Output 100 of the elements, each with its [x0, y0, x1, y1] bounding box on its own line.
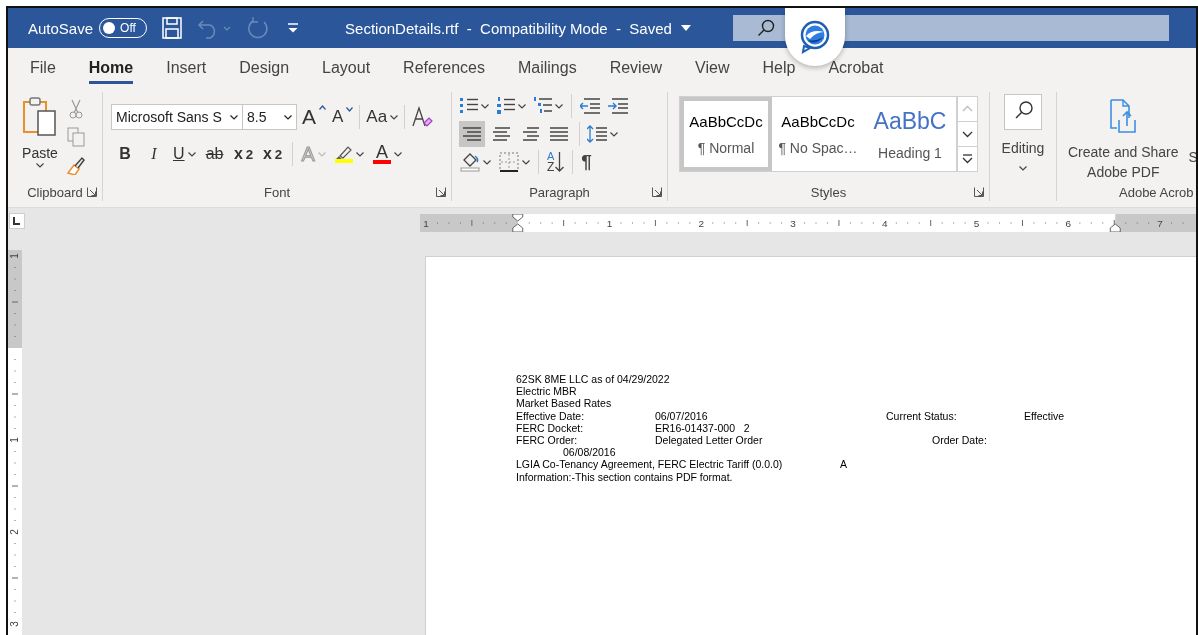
- document-text: Order Date:: [932, 434, 988, 447]
- create-share-pdf-button[interactable]: Create and Share Adobe PDF: [1068, 98, 1179, 183]
- caret-icon[interactable]: [393, 151, 402, 157]
- font-size-field[interactable]: 8.5: [243, 104, 297, 130]
- more-styles-icon[interactable]: [957, 146, 978, 172]
- ruler-number: 2: [698, 218, 704, 229]
- down-arrow-icon: [555, 152, 565, 172]
- group-label: Styles: [810, 184, 847, 200]
- document-text: 06/07/2016: [655, 409, 709, 422]
- document-text: A: [840, 458, 848, 471]
- chat-bubble-icon: [798, 20, 832, 54]
- autosave-label: AutoSave: [28, 19, 94, 37]
- style-item[interactable]: AaBbCcDc ¶ No Spac…: [772, 97, 864, 171]
- editing-button[interactable]: Editing: [1001, 94, 1045, 183]
- document-text: Information:-This section contains PDF format.: [516, 470, 734, 483]
- caret-icon[interactable]: [390, 114, 399, 120]
- multilevel-list-icon[interactable]: [534, 97, 552, 115]
- ruler-number: 3: [790, 218, 796, 229]
- sort-button[interactable]: A Z: [547, 151, 565, 173]
- vertical-ruler[interactable]: 1 1 2 3: [8, 250, 22, 635]
- font-color-button[interactable]: A: [372, 142, 402, 166]
- caret-icon[interactable]: [610, 131, 618, 137]
- highlighter-icon: [334, 145, 353, 159]
- style-item[interactable]: AaBbC Heading 1: [864, 97, 956, 171]
- ribbon-tab[interactable]: Layout: [314, 48, 379, 88]
- caret-icon[interactable]: [481, 103, 489, 109]
- caret-icon[interactable]: [355, 151, 364, 157]
- align-justify-icon: [550, 126, 568, 142]
- caret-icon[interactable]: [522, 159, 530, 165]
- caret-icon: [346, 107, 354, 112]
- ruler-number: 1: [606, 218, 613, 229]
- document-text: 62SK 8ME LLC as of 04/29/2022: [516, 373, 671, 386]
- clear-formatting-icon[interactable]: [411, 106, 434, 128]
- italic-button[interactable]: I: [144, 142, 164, 166]
- numbering-icon[interactable]: [497, 97, 515, 115]
- shrink-font-button[interactable]: A: [332, 107, 354, 127]
- caret-icon[interactable]: [284, 114, 292, 120]
- bold-button[interactable]: B: [115, 142, 135, 166]
- dialog-launcher-icon[interactable]: [652, 187, 662, 197]
- up-caret-icon: [319, 105, 326, 110]
- caret-icon[interactable]: [518, 103, 526, 109]
- caret-icon[interactable]: [230, 114, 238, 120]
- search-icon: [756, 19, 775, 37]
- paste-button[interactable]: Paste: [22, 97, 58, 183]
- style-item[interactable]: AaBbCcDc ¶ Normal: [680, 97, 772, 171]
- ribbon-tab[interactable]: File: [22, 48, 64, 88]
- document-title[interactable]: SectionDetails.rtf - Compatibility Mode - Saved: [345, 19, 691, 37]
- ribbon-tab[interactable]: Acrobat: [820, 48, 892, 88]
- ribbon-tab[interactable]: Insert: [158, 48, 215, 88]
- underline-button[interactable]: U: [173, 142, 196, 166]
- bullets-icon[interactable]: [460, 97, 478, 115]
- font-name-field[interactable]: Microsoft Sans S: [111, 104, 243, 130]
- customize-icon[interactable]: [287, 22, 300, 34]
- ribbon-tab[interactable]: Home: [80, 48, 142, 88]
- caret-icon[interactable]: [1019, 166, 1027, 171]
- ribbon-tab[interactable]: Review: [601, 48, 671, 88]
- document-text: 06/08/2016: [563, 446, 617, 459]
- ruler-number: 4: [882, 218, 888, 229]
- align-center-icon: [492, 126, 510, 142]
- document-text: Electric MBR: [516, 385, 578, 398]
- align-left-button[interactable]: [459, 121, 485, 147]
- caret-icon[interactable]: [187, 151, 196, 157]
- ruler-number: 1: [8, 253, 20, 259]
- horizontal-ruler[interactable]: 1 1 2 3 4 5 6 7: [419, 214, 1196, 232]
- indent-marker[interactable]: [512, 214, 524, 232]
- scissors-icon[interactable]: [69, 99, 83, 119]
- document-text: FERC Order:: [516, 434, 579, 447]
- show-marks-button[interactable]: ¶: [581, 151, 592, 173]
- grow-font-button[interactable]: A: [302, 105, 326, 129]
- ribbon-tab[interactable]: Mailings: [509, 48, 585, 88]
- line-spacing-icon[interactable]: [587, 125, 607, 143]
- document-text: Market Based Rates: [516, 397, 613, 410]
- borders-icon[interactable]: [499, 152, 519, 172]
- caret-icon[interactable]: [483, 159, 491, 165]
- caret-icon[interactable]: [36, 163, 44, 168]
- dialog-launcher-icon[interactable]: [87, 187, 97, 197]
- shading-icon[interactable]: [460, 152, 480, 172]
- align-left-icon: [463, 126, 481, 142]
- document-text: ER16-01437-000 2: [655, 421, 751, 434]
- ribbon-tab[interactable]: Help: [754, 48, 804, 88]
- change-case-button[interactable]: Aa: [366, 107, 399, 127]
- decrease-indent-icon[interactable]: [580, 98, 600, 114]
- clipboard-icon: [22, 97, 58, 137]
- ribbon-tab[interactable]: References: [395, 48, 493, 88]
- increase-indent-icon[interactable]: [608, 98, 628, 114]
- save-icon[interactable]: [162, 17, 183, 39]
- ribbon-tab[interactable]: View: [687, 48, 738, 88]
- strikethrough-button[interactable]: ab: [204, 142, 225, 166]
- dialog-launcher-icon[interactable]: [436, 187, 446, 197]
- ruler-number: 3: [8, 621, 20, 627]
- ribbon-tab[interactable]: Design: [231, 48, 298, 88]
- caret-icon[interactable]: [555, 103, 563, 109]
- ruler-number: 5: [973, 218, 980, 229]
- scroll-down-icon[interactable]: [957, 121, 978, 147]
- tab-selector-icon[interactable]: [9, 213, 25, 229]
- ruler-number: 6: [1065, 218, 1072, 229]
- indent-marker[interactable]: [1109, 223, 1121, 232]
- format-painter-icon[interactable]: [66, 155, 86, 175]
- caret-icon[interactable]: [680, 25, 691, 31]
- dialog-launcher-icon[interactable]: [974, 187, 984, 197]
